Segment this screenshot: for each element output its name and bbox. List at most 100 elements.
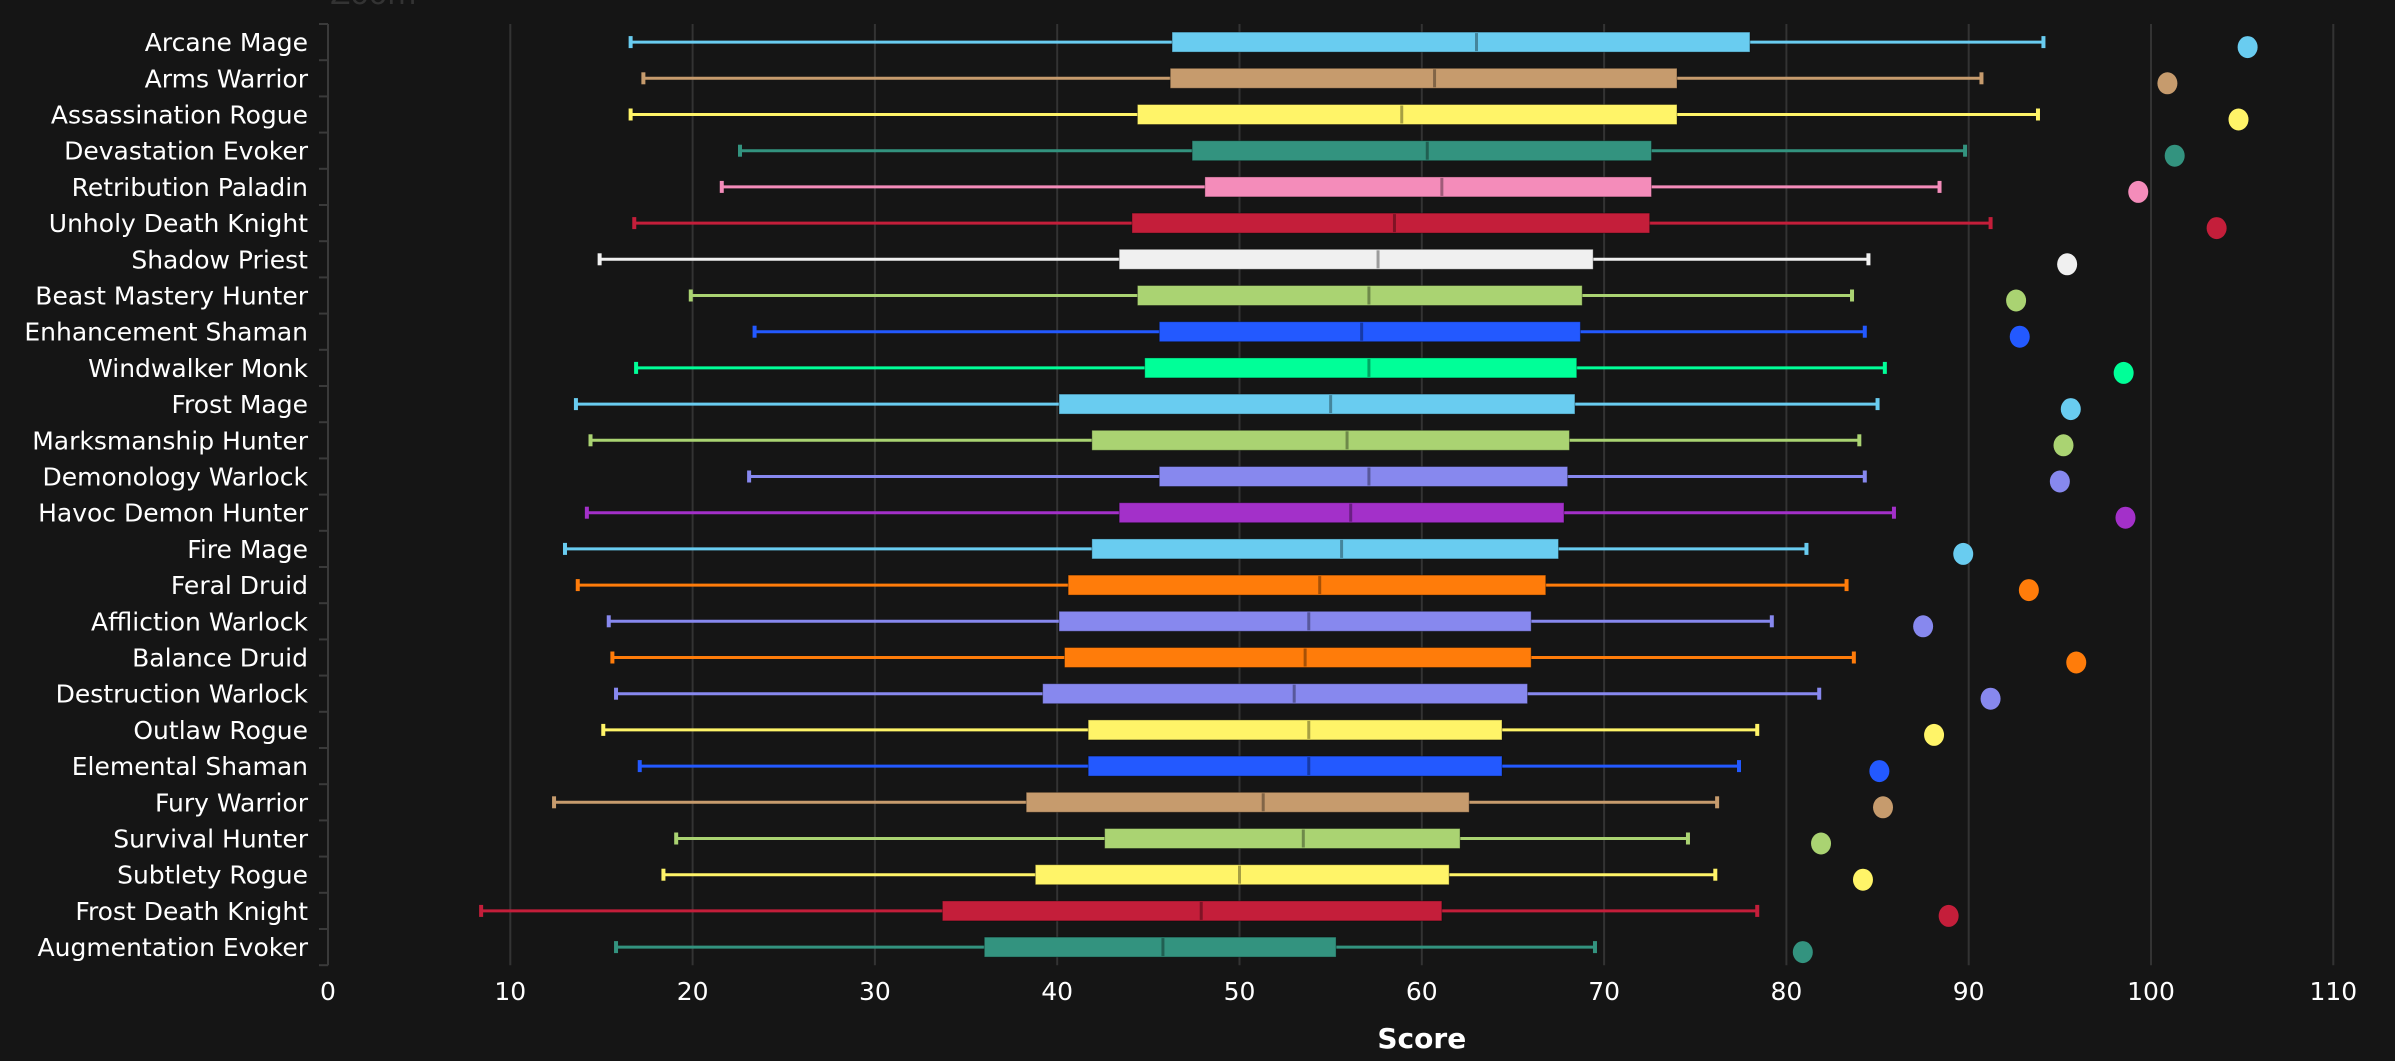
max-score-point: [2049, 470, 2070, 493]
max-score-point: [1938, 904, 1959, 927]
iqr-box: [1034, 864, 1450, 886]
whisker-min-cap: [479, 904, 484, 917]
max-score-point: [2060, 398, 2081, 421]
whisker-min-cap: [747, 470, 752, 483]
whisker-min-cap: [606, 615, 611, 628]
x-tick-label: 80: [1770, 977, 1802, 1006]
max-score-point: [2237, 36, 2258, 59]
box-row: [632, 212, 2227, 240]
whisker-min-cap: [637, 760, 642, 773]
max-score-point: [1852, 868, 1873, 891]
whisker-min-cap: [597, 253, 602, 266]
y-category-label: Feral Druid: [171, 571, 308, 600]
box-row: [479, 900, 1959, 927]
whisker-max-cap: [1804, 542, 1809, 555]
iqr-box: [1063, 647, 1532, 668]
whisker-max-cap: [1769, 615, 1774, 628]
box-row: [575, 574, 2039, 602]
whisker-min-cap: [737, 144, 742, 157]
box-row: [610, 647, 2087, 674]
whisker-max-cap: [2035, 108, 2040, 121]
iqr-box: [1091, 538, 1560, 560]
iqr-box: [1169, 67, 1678, 89]
iqr-box: [1158, 321, 1581, 343]
max-score-point: [2018, 579, 2039, 602]
y-category-label: Destruction Warlock: [56, 680, 309, 709]
iqr-box: [1131, 212, 1651, 234]
whisker-min-cap: [584, 506, 589, 519]
max-score-point: [2164, 144, 2185, 167]
box-row: [719, 176, 2149, 203]
whisker-max-cap: [1850, 289, 1855, 302]
whisker-min-cap: [575, 579, 580, 592]
max-score-point: [2206, 217, 2227, 240]
whisker-max-cap: [1875, 398, 1880, 411]
iqr-box: [1144, 357, 1578, 379]
y-category-label: Fire Mage: [187, 535, 308, 564]
whisker-min-cap: [610, 651, 615, 664]
iqr-box: [1158, 466, 1569, 487]
whisker-min-cap: [573, 398, 578, 411]
y-category-label: Affliction Warlock: [91, 607, 309, 636]
whisker-max-cap: [1937, 180, 1942, 193]
whisker-min-cap: [661, 868, 666, 881]
y-category-label: Havoc Demon Hunter: [38, 499, 309, 528]
whisker-max-cap: [1862, 470, 1867, 483]
iqr-box: [983, 936, 1337, 958]
x-tick-label: 20: [677, 977, 709, 1006]
whisker-max-cap: [1988, 217, 1993, 230]
whisker-min-cap: [634, 361, 639, 374]
whisker-min-cap: [614, 941, 619, 954]
whisker-max-cap: [1713, 868, 1718, 881]
whisker-max-cap: [1817, 687, 1822, 700]
max-score-point: [1980, 687, 2001, 710]
y-category-label: Elemental Shaman: [72, 752, 308, 781]
whisker-min-cap: [601, 723, 606, 736]
box-row: [584, 502, 2136, 529]
x-tick-label: 10: [494, 977, 526, 1006]
iqr-box: [1136, 285, 1583, 306]
max-score-point: [1913, 615, 1934, 638]
y-category-label: Outlaw Rogue: [133, 716, 308, 745]
max-score-point: [1873, 796, 1894, 819]
whisker-max-cap: [1844, 579, 1849, 592]
whisker-max-cap: [1592, 941, 1597, 954]
max-score-point: [1953, 542, 1974, 565]
x-tick-label: 90: [1953, 977, 1985, 1006]
x-tick-label: 0: [320, 977, 336, 1006]
whisker-min-cap: [628, 108, 633, 121]
max-score-point: [1792, 941, 1813, 964]
max-score-point: [1869, 760, 1890, 783]
whisker-max-cap: [2041, 36, 2046, 49]
iqr-box: [1136, 104, 1678, 125]
y-category-label: Arms Warrior: [145, 64, 309, 93]
iqr-box: [1058, 393, 1576, 415]
whisker-min-cap: [752, 325, 757, 338]
iqr-box: [1042, 683, 1529, 705]
box-row: [606, 610, 1934, 638]
x-tick-label: 70: [1588, 977, 1620, 1006]
whisker-min-cap: [674, 832, 679, 845]
y-category-label: Frost Death Knight: [75, 897, 308, 926]
max-score-point: [2009, 325, 2030, 348]
y-category-label: Fury Warrior: [155, 788, 309, 817]
box-row: [597, 248, 2078, 276]
iqr-box: [1204, 176, 1652, 198]
max-score-point: [2006, 289, 2027, 312]
whisker-min-cap: [641, 72, 646, 85]
iqr-box: [1087, 755, 1503, 777]
max-score-point: [2128, 180, 2149, 203]
iqr-box: [1087, 719, 1503, 741]
whisker-min-cap: [632, 217, 637, 230]
y-category-label: Enhancement Shaman: [24, 318, 308, 347]
whisker-max-cap: [1715, 796, 1720, 809]
box-row: [628, 104, 2249, 131]
whisker-min-cap: [562, 542, 567, 555]
iqr-box: [941, 900, 1443, 922]
max-score-point: [2157, 72, 2178, 95]
whisker-min-cap: [688, 289, 693, 302]
iqr-box: [1118, 502, 1565, 524]
y-category-label: Windwalker Monk: [88, 354, 308, 383]
whisker-max-cap: [1862, 325, 1867, 338]
max-score-point: [1811, 832, 1832, 855]
